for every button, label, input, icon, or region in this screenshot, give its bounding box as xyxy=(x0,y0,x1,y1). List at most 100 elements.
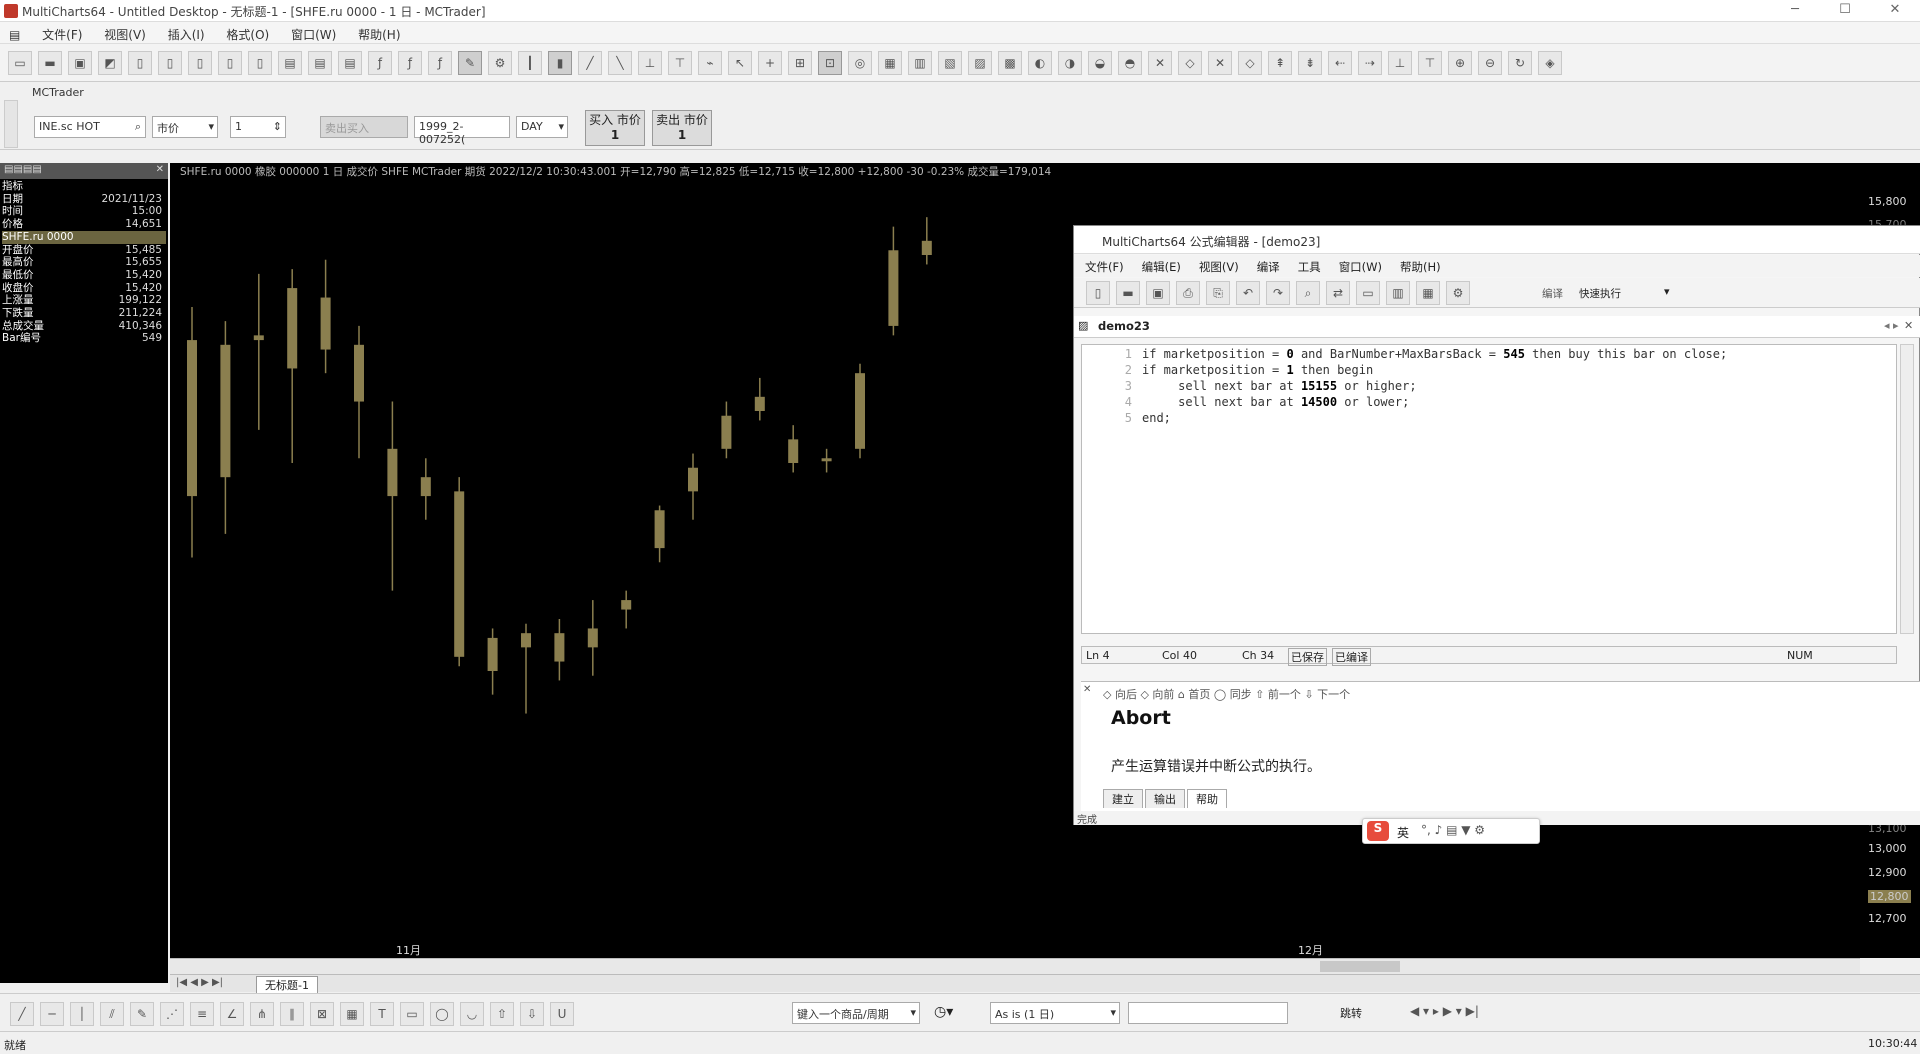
run-mode-select[interactable]: 快速执行 xyxy=(1579,286,1621,301)
arrow-up-icon[interactable]: ⇧ xyxy=(490,1002,514,1026)
grid-icon[interactable]: ▦ xyxy=(340,1002,364,1026)
candle-icon[interactable]: ▮ xyxy=(548,50,572,75)
tool-icon[interactable]: ⇠ xyxy=(1328,50,1352,75)
tif-select[interactable]: DAY ▾ xyxy=(516,116,568,138)
find-icon[interactable]: ⌕ xyxy=(1296,281,1320,305)
workspace-icon[interactable]: ◩ xyxy=(98,50,122,75)
close-icon[interactable]: ✕ xyxy=(1880,2,1910,20)
replace-icon[interactable]: ⇄ xyxy=(1326,281,1350,305)
action-button[interactable]: 卖出买入 xyxy=(320,116,408,138)
vertical-scrollbar[interactable] xyxy=(1900,344,1914,634)
menu-format[interactable]: 格式(O) xyxy=(217,22,278,43)
chevron-down-icon[interactable]: ▾ xyxy=(1664,285,1670,298)
editor-menu-file[interactable]: 文件(F) xyxy=(1074,255,1131,275)
close-icon[interactable]: ✕ xyxy=(156,164,164,175)
candle[interactable] xyxy=(521,623,531,714)
candle[interactable] xyxy=(287,269,298,463)
undo-icon[interactable]: ↶ xyxy=(1236,281,1260,305)
menu-file[interactable]: 文件(F) xyxy=(33,22,91,43)
tab-output[interactable]: 输出 xyxy=(1145,789,1185,808)
buy-market-button[interactable]: 买入 市价 1 xyxy=(585,110,645,146)
close-help-icon[interactable]: ✕ xyxy=(1083,684,1091,695)
code-line[interactable]: 3 sell next bar at 15155 or higher; xyxy=(1082,378,1417,394)
tool-icon[interactable]: ▦ xyxy=(878,50,902,75)
ime-tools-icon[interactable]: °, ♪ ▤ ▼ ⚙ xyxy=(1421,823,1485,837)
cycle-icon[interactable]: ∥ xyxy=(280,1002,304,1026)
code-line[interactable]: 1 if marketposition = 0 and BarNumber+Max… xyxy=(1082,346,1727,362)
tool-icon[interactable]: ◑ xyxy=(1058,50,1082,75)
fib-icon[interactable]: ≡ xyxy=(190,1002,214,1026)
code-editor[interactable]: 1 if marketposition = 0 and BarNumber+Max… xyxy=(1081,344,1897,634)
tool-icon[interactable]: ◐ xyxy=(1028,50,1052,75)
arrow-down-icon[interactable]: ⇩ xyxy=(520,1002,544,1026)
split-icon[interactable]: ▥ xyxy=(1386,281,1410,305)
symbol-period-input[interactable]: 键入一个商品/周期 ▾ xyxy=(792,1002,920,1024)
page-icon[interactable]: ▯ xyxy=(248,50,272,75)
minimize-icon[interactable]: ─ xyxy=(1780,2,1810,20)
tool-icon[interactable]: ◇ xyxy=(1178,50,1202,75)
tool-icon[interactable]: ⊤ xyxy=(668,50,692,75)
candle[interactable] xyxy=(387,401,398,591)
sell-market-button[interactable]: 卖出 市价 1 xyxy=(652,110,712,146)
candle[interactable] xyxy=(253,273,264,430)
save-icon[interactable]: ▣ xyxy=(1146,281,1170,305)
rectangle-icon[interactable]: ▭ xyxy=(400,1002,424,1026)
tab-scroll-icon[interactable]: ◂ ▸ xyxy=(1884,319,1899,332)
menu-window[interactable]: 窗口(W) xyxy=(282,22,345,43)
editor-menu-help[interactable]: 帮助(H) xyxy=(1389,255,1448,275)
candle[interactable] xyxy=(187,307,197,558)
tab-demo23[interactable]: demo23 xyxy=(1098,319,1150,333)
arc-icon[interactable]: ◡ xyxy=(460,1002,484,1026)
zoom-out-icon[interactable]: ⊖ xyxy=(1478,50,1502,75)
tool-icon[interactable]: ✕ xyxy=(1208,50,1232,75)
tool-icon[interactable]: ⌁ xyxy=(698,50,722,75)
window-icon[interactable]: ▭ xyxy=(1356,281,1380,305)
tool-icon[interactable]: ⊞ xyxy=(788,50,812,75)
strategy-icon[interactable]: ⚙ xyxy=(488,50,512,75)
tool-icon[interactable]: ╲ xyxy=(608,50,632,75)
angle-icon[interactable]: ∠ xyxy=(220,1002,244,1026)
indicator-icon[interactable]: ƒ xyxy=(398,50,422,75)
candle[interactable] xyxy=(320,259,331,374)
new-chart-icon[interactable]: ▬ xyxy=(38,50,62,75)
bar-icon[interactable]: ┃ xyxy=(518,50,542,75)
candle[interactable] xyxy=(354,325,364,459)
preview-icon[interactable]: ⎘ xyxy=(1206,281,1230,305)
channel-icon[interactable]: ⫽ xyxy=(100,1002,124,1026)
tool-icon[interactable]: ✕ xyxy=(1148,50,1172,75)
pitchfork-icon[interactable]: ⋔ xyxy=(250,1002,274,1026)
candle[interactable] xyxy=(621,590,632,629)
magnet-icon[interactable]: U xyxy=(550,1002,574,1026)
new-file-icon[interactable]: ▯ xyxy=(1086,281,1110,305)
editor-menu-tools[interactable]: 工具 xyxy=(1287,255,1328,275)
vline-icon[interactable]: │ xyxy=(70,1002,94,1026)
quantity-stepper[interactable]: 1 ⇕ xyxy=(230,116,286,138)
fan-icon[interactable]: ⋰ xyxy=(160,1002,184,1026)
tool-icon[interactable]: ◇ xyxy=(1238,50,1262,75)
image-icon[interactable]: ▤ xyxy=(338,50,362,75)
code-line[interactable]: 4 sell next bar at 14500 or lower; xyxy=(1082,394,1410,410)
candle[interactable] xyxy=(888,226,899,336)
tool-icon[interactable]: ⊤ xyxy=(1418,50,1442,75)
candle[interactable] xyxy=(855,363,865,459)
tile-icon[interactable]: ▦ xyxy=(1416,281,1440,305)
tool-icon[interactable]: ◒ xyxy=(1088,50,1112,75)
candle[interactable] xyxy=(921,217,932,265)
menu-help[interactable]: 帮助(H) xyxy=(349,22,409,43)
save-icon[interactable]: ▣ xyxy=(68,50,92,75)
candle[interactable] xyxy=(688,453,698,520)
symbol-input[interactable]: INE.sc HOT ⌕ xyxy=(34,116,146,138)
tool-icon[interactable]: ▨ xyxy=(968,50,992,75)
print-icon[interactable]: ⎙ xyxy=(1176,281,1200,305)
account-select[interactable]: 1999_2-007252( xyxy=(414,116,510,146)
page-icon[interactable]: ▯ xyxy=(158,50,182,75)
candle[interactable] xyxy=(754,377,765,421)
candle[interactable] xyxy=(220,321,231,534)
tool-icon[interactable]: ◈ xyxy=(1538,50,1562,75)
image-icon[interactable]: ▤ xyxy=(278,50,302,75)
date-input[interactable] xyxy=(1128,1002,1288,1024)
candle[interactable] xyxy=(420,458,431,520)
candle[interactable] xyxy=(454,477,465,667)
maximize-icon[interactable]: ☐ xyxy=(1830,2,1860,20)
help-navigation[interactable]: ◇ 向后 ◇ 向前 ⌂ 首页 ◯ 同步 ⇧ 前一个 ⇩ 下一个 xyxy=(1103,686,1350,702)
